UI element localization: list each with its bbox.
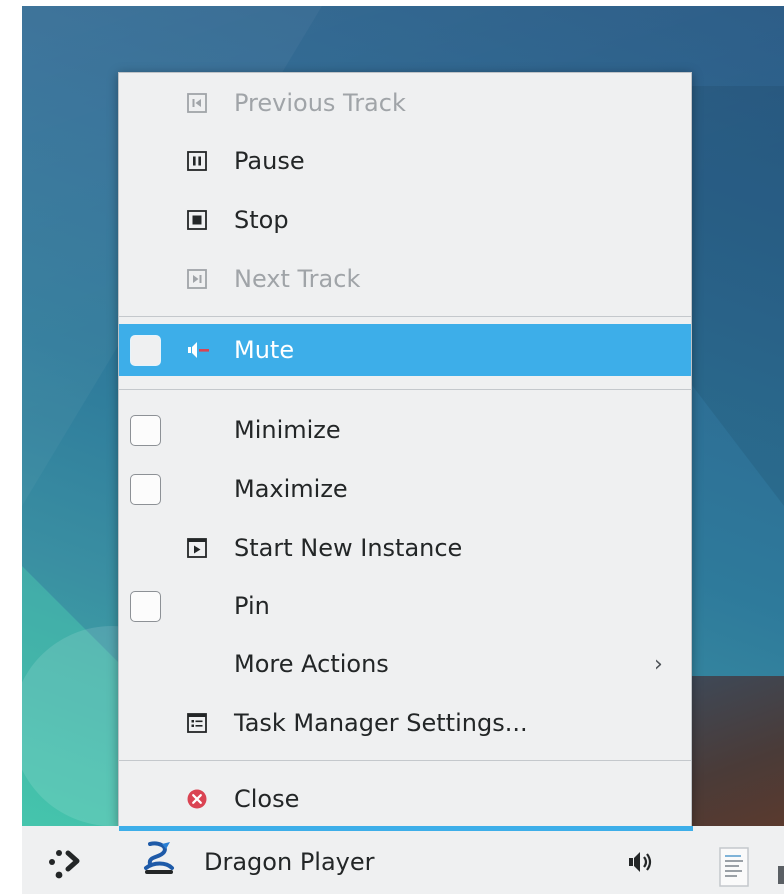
menu-item-label: Close (234, 785, 300, 813)
menu-item-start-new-instance[interactable]: Start New Instance (119, 522, 691, 574)
menu-item-label: Previous Track (234, 89, 406, 117)
muted-speaker-icon (188, 342, 209, 358)
pin-checkbox[interactable] (130, 590, 161, 622)
panel-item-edge (778, 866, 784, 884)
menu-item-task-manager-settings[interactable]: Task Manager Settings... (119, 697, 691, 749)
settings-list-icon (187, 713, 207, 733)
menu-item-pin[interactable]: Pin (119, 580, 691, 632)
menu-item-label: Stop (234, 206, 289, 234)
pause-icon (187, 151, 207, 171)
menu-item-minimize[interactable]: Minimize (119, 404, 691, 456)
menu-item-previous-track[interactable]: Previous Track (119, 77, 691, 129)
menu-item-close[interactable]: Close (119, 773, 691, 825)
active-task-indicator (119, 826, 693, 831)
menu-item-label: Mute (234, 336, 295, 364)
menu-item-label: Task Manager Settings... (234, 709, 528, 737)
menu-separator (119, 316, 691, 317)
menu-item-pause[interactable]: Pause (119, 135, 691, 187)
speaker-volume-icon[interactable] (627, 848, 657, 876)
menu-item-label: Pin (234, 592, 270, 620)
start-instance-icon (187, 538, 207, 558)
menu-item-more-actions[interactable]: More Actions › (119, 638, 691, 690)
menu-item-label: More Actions (234, 650, 389, 678)
menu-item-stop[interactable]: Stop (119, 194, 691, 246)
chevron-right-icon: › (654, 651, 663, 677)
menu-item-mute[interactable]: Mute (119, 324, 691, 376)
menu-item-label: Pause (234, 147, 305, 175)
app-launcher-icon[interactable] (42, 840, 90, 888)
menu-separator (119, 760, 691, 761)
previous-track-icon (187, 93, 207, 113)
task-title: Dragon Player (204, 848, 375, 876)
menu-item-next-track[interactable]: Next Track (119, 253, 691, 305)
menu-item-label: Minimize (234, 416, 341, 444)
menu-item-label: Maximize (234, 475, 348, 503)
menu-item-label: Start New Instance (234, 534, 463, 562)
dragon-player-icon (144, 841, 174, 874)
stop-icon (187, 210, 207, 230)
menu-item-maximize[interactable]: Maximize (119, 463, 691, 515)
taskbar-panel: Dragon Player (22, 826, 784, 894)
maximize-checkbox[interactable] (130, 473, 161, 505)
mute-checkbox[interactable] (130, 334, 161, 366)
next-track-icon (187, 269, 207, 289)
minimize-checkbox[interactable] (130, 414, 161, 446)
menu-item-label: Next Track (234, 265, 361, 293)
task-context-menu: Previous Track Pause Stop Next Track Mut… (118, 72, 692, 827)
menu-separator (119, 389, 691, 390)
document-icon[interactable] (718, 846, 752, 888)
close-circle-icon (187, 789, 207, 809)
